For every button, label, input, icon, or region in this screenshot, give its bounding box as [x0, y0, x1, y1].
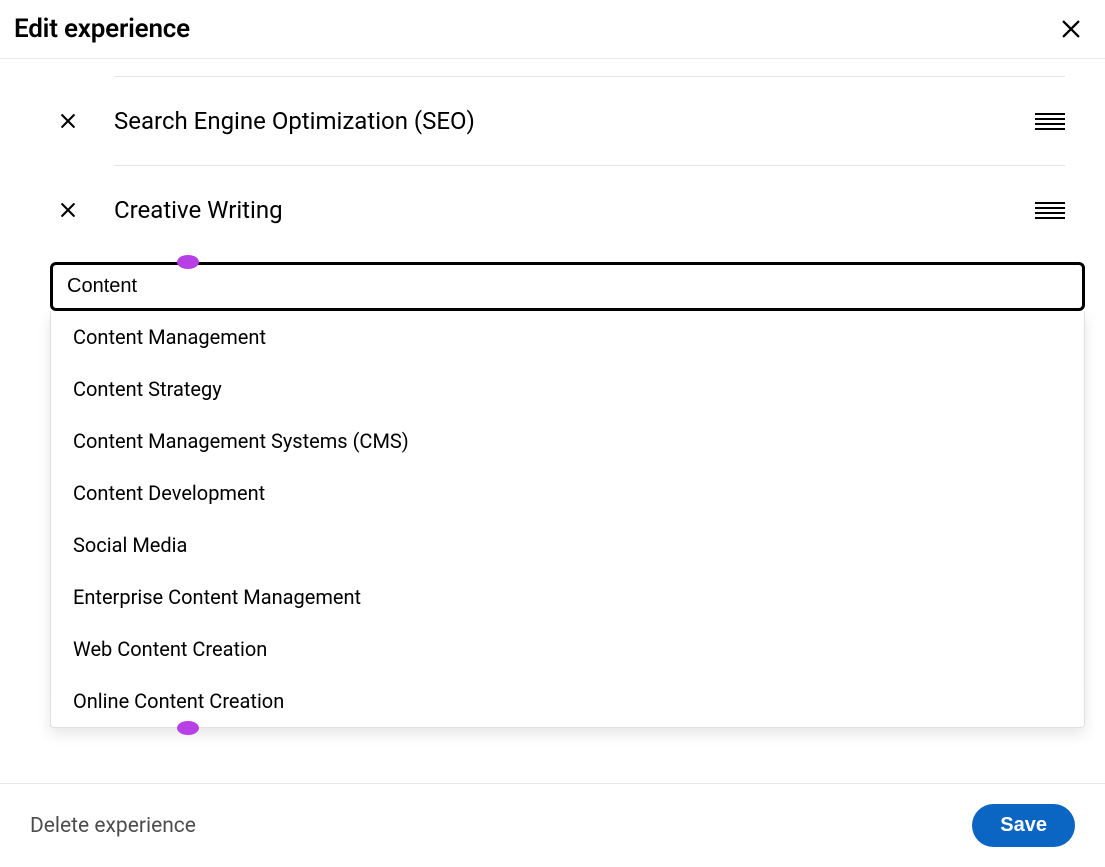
- skill-input-container: Content Management Content Strategy Cont…: [50, 262, 1085, 728]
- suggestions-list[interactable]: Content Management Content Strategy Cont…: [51, 311, 1084, 727]
- text-caret-handle-icon: [177, 721, 199, 735]
- save-button[interactable]: Save: [972, 804, 1075, 847]
- suggestion-item[interactable]: Content Management: [51, 311, 1084, 363]
- drag-line-icon: [1035, 113, 1065, 115]
- skill-input[interactable]: [50, 262, 1085, 311]
- close-icon: [1060, 18, 1082, 40]
- skill-name: Search Engine Optimization (SEO): [86, 107, 1035, 135]
- modal-title: Edit experience: [14, 14, 190, 44]
- suggestion-item[interactable]: Content Development: [51, 467, 1084, 519]
- skill-name: Creative Writing: [86, 196, 1035, 224]
- suggestion-item[interactable]: Content Strategy: [51, 363, 1084, 415]
- drag-handle[interactable]: [1035, 202, 1065, 219]
- edit-experience-modal: Edit experience Search Engine Optimizati…: [0, 0, 1105, 867]
- drag-line-icon: [1035, 128, 1065, 130]
- drag-line-icon: [1035, 217, 1065, 219]
- suggestion-item[interactable]: Enterprise Content Management: [51, 571, 1084, 623]
- drag-line-icon: [1035, 212, 1065, 214]
- remove-skill-button[interactable]: [50, 200, 86, 220]
- drag-line-icon: [1035, 207, 1065, 209]
- suggestions-dropdown: Content Management Content Strategy Cont…: [50, 311, 1085, 728]
- modal-header: Edit experience: [0, 0, 1105, 59]
- close-icon: [58, 200, 78, 220]
- suggestion-item[interactable]: Online Content Creation: [51, 675, 1084, 727]
- skills-list: Search Engine Optimization (SEO): [50, 59, 1085, 254]
- suggestion-item[interactable]: Social Media: [51, 519, 1084, 571]
- suggestion-item[interactable]: Web Content Creation: [51, 623, 1084, 675]
- drag-line-icon: [1035, 202, 1065, 204]
- drag-handle[interactable]: [1035, 113, 1065, 130]
- modal-body[interactable]: Search Engine Optimization (SEO): [0, 59, 1105, 783]
- modal-footer: Delete experience Save: [0, 783, 1105, 867]
- delete-experience-link[interactable]: Delete experience: [30, 814, 196, 838]
- skill-row: Search Engine Optimization (SEO): [50, 77, 1085, 165]
- remove-skill-button[interactable]: [50, 111, 86, 131]
- text-caret-handle-icon: [177, 255, 199, 269]
- skill-divider: [114, 59, 1065, 77]
- drag-line-icon: [1035, 118, 1065, 120]
- close-button[interactable]: [1057, 15, 1085, 43]
- suggestion-item[interactable]: Content Management Systems (CMS): [51, 415, 1084, 467]
- drag-line-icon: [1035, 123, 1065, 125]
- close-icon: [58, 111, 78, 131]
- skill-row: Creative Writing: [50, 166, 1085, 254]
